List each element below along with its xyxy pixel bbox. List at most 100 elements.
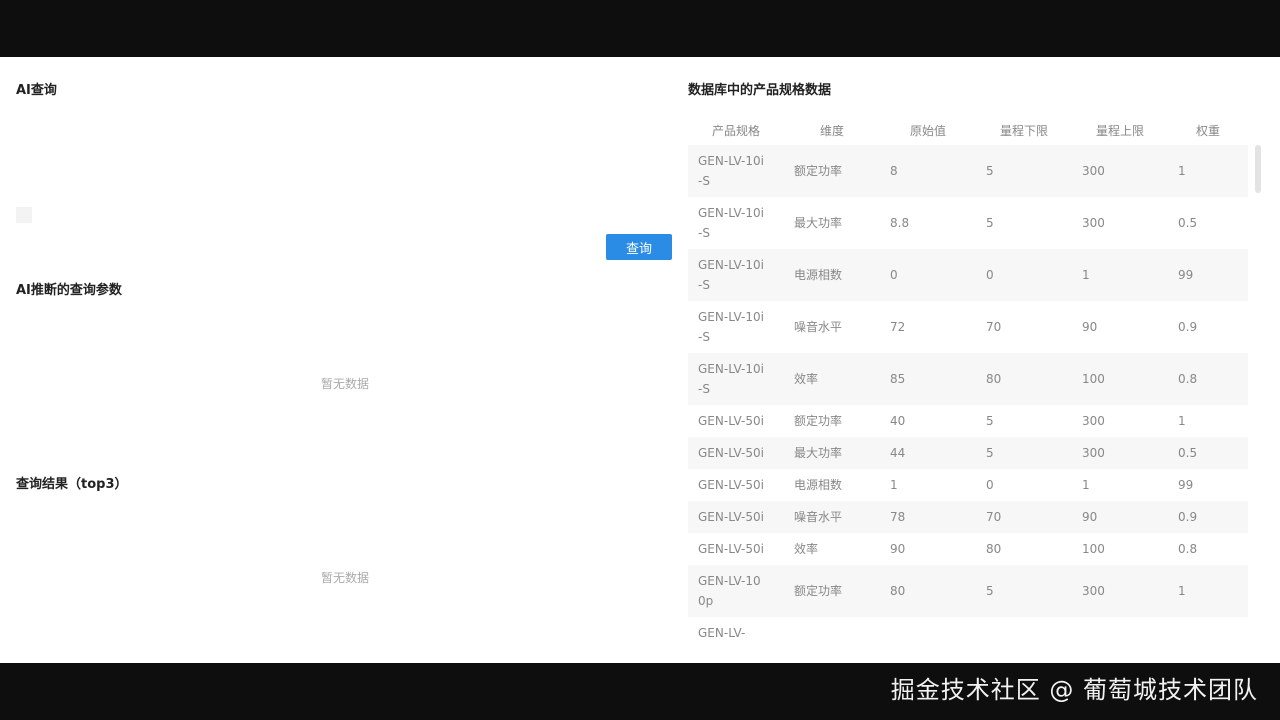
- table-cell: 90: [1072, 301, 1168, 353]
- table-cell: 40: [880, 405, 976, 437]
- table-cell: 85: [880, 353, 976, 405]
- table-cell: 5: [976, 145, 1072, 197]
- table-cell: 100: [1072, 353, 1168, 405]
- spec-table-container[interactable]: 产品规格 维度 原始值 量程下限 量程上限 权重 GEN-LV-10i-S 额定功…: [688, 115, 1265, 663]
- table-cell: [880, 617, 976, 649]
- table-cell: GEN-LV-100p: [688, 565, 784, 617]
- query-button[interactable]: 查询: [606, 234, 672, 260]
- table-row: GEN-LV-10i-S 电源相数 0 0 1 99: [688, 249, 1248, 301]
- table-cell: 最大功率: [784, 437, 880, 469]
- table-cell: 300: [1072, 145, 1168, 197]
- table-row: GEN-LV-50i 噪音水平 78 70 90 0.9: [688, 501, 1248, 533]
- table-cell: 额定功率: [784, 145, 880, 197]
- table-cell: 0: [976, 469, 1072, 501]
- table-row: GEN-LV-10i-S 效率 85 80 100 0.8: [688, 353, 1248, 405]
- table-cell: 电源相数: [784, 469, 880, 501]
- table-cell: GEN-LV-50i: [688, 501, 784, 533]
- table-cell: 5: [976, 437, 1072, 469]
- table-cell: 44: [880, 437, 976, 469]
- table-cell: 8.8: [880, 197, 976, 249]
- query-input[interactable]: [16, 207, 32, 223]
- table-cell: 1: [1168, 405, 1248, 437]
- inferred-params-title: AI推断的查询参数: [16, 283, 122, 298]
- app-page: AI查询 查询 AI推断的查询参数 暂无数据 查询结果（top3） 暂无数据 数…: [0, 57, 1280, 663]
- results-empty-text: 暂无数据: [320, 571, 369, 585]
- table-cell: 0.9: [1168, 301, 1248, 353]
- table-cell: 99: [1168, 469, 1248, 501]
- table-cell: 1: [1168, 565, 1248, 617]
- column-header: 原始值: [909, 123, 946, 138]
- table-cell: 1: [1072, 249, 1168, 301]
- table-cell: 300: [1072, 405, 1168, 437]
- table-cell: [1072, 617, 1168, 649]
- table-row: GEN-LV-50i 电源相数 1 0 1 99: [688, 469, 1248, 501]
- table-cell: GEN-LV-10i-S: [688, 249, 784, 301]
- table-cell: 0.8: [1168, 353, 1248, 405]
- table-scrollbar[interactable]: [1255, 145, 1261, 193]
- column-header: 产品规格: [711, 123, 760, 138]
- column-header: 权重: [1195, 123, 1220, 138]
- table-cell: [976, 617, 1072, 649]
- table-cell: GEN-LV-10i-S: [688, 301, 784, 353]
- table-cell: [1168, 617, 1248, 649]
- table-row: GEN-LV-50i 最大功率 44 5 300 0.5: [688, 437, 1248, 469]
- table-cell: GEN-LV-: [688, 617, 784, 649]
- table-cell: 噪音水平: [784, 501, 880, 533]
- table-row: GEN-LV-: [688, 617, 1248, 649]
- table-cell: GEN-LV-50i: [688, 469, 784, 501]
- results-title: 查询结果（top3）: [16, 477, 128, 492]
- table-row: GEN-LV-100p 额定功率 80 5 300 1: [688, 565, 1248, 617]
- table-row: GEN-LV-50i 额定功率 40 5 300 1: [688, 405, 1248, 437]
- table-cell: 5: [976, 565, 1072, 617]
- table-cell: GEN-LV-10i-S: [688, 145, 784, 197]
- table-cell: GEN-LV-10i-S: [688, 353, 784, 405]
- table-cell: 0: [976, 249, 1072, 301]
- table-cell: GEN-LV-50i: [688, 437, 784, 469]
- table-cell: 效率: [784, 533, 880, 565]
- table-cell: 5: [976, 405, 1072, 437]
- table-cell: 78: [880, 501, 976, 533]
- table-cell: 额定功率: [784, 405, 880, 437]
- spec-table: 产品规格 维度 原始值 量程下限 量程上限 权重 GEN-LV-10i-S 额定功…: [688, 115, 1248, 649]
- table-cell: 1: [1168, 145, 1248, 197]
- table-cell: 5: [976, 197, 1072, 249]
- table-cell: 80: [976, 533, 1072, 565]
- table-cell: 80: [880, 565, 976, 617]
- table-cell: GEN-LV-10i-S: [688, 197, 784, 249]
- table-cell: 电源相数: [784, 249, 880, 301]
- table-cell: 1: [1072, 469, 1168, 501]
- table-cell: 0.8: [1168, 533, 1248, 565]
- table-row: GEN-LV-50i 效率 90 80 100 0.8: [688, 533, 1248, 565]
- table-cell: 额定功率: [784, 565, 880, 617]
- table-cell: 噪音水平: [784, 301, 880, 353]
- table-cell: 0.5: [1168, 197, 1248, 249]
- table-cell: 0.5: [1168, 437, 1248, 469]
- table-cell: 300: [1072, 565, 1168, 617]
- spec-data-title: 数据库中的产品规格数据: [688, 83, 832, 98]
- table-cell: 72: [880, 301, 976, 353]
- table-cell: 300: [1072, 437, 1168, 469]
- table-cell: [784, 617, 880, 649]
- watermark-text: 掘金技术社区 @ 葡萄城技术团队: [890, 676, 1258, 704]
- table-cell: 效率: [784, 353, 880, 405]
- column-header: 量程上限: [1095, 123, 1144, 138]
- table-cell: 80: [976, 353, 1072, 405]
- table-cell: 300: [1072, 197, 1168, 249]
- params-empty-text: 暂无数据: [320, 377, 369, 391]
- table-header-row: 产品规格 维度 原始值 量程下限 量程上限 权重: [688, 115, 1248, 145]
- table-cell: 0: [880, 249, 976, 301]
- column-header: 维度: [819, 123, 844, 138]
- table-cell: GEN-LV-50i: [688, 405, 784, 437]
- table-cell: 90: [880, 533, 976, 565]
- table-cell: 100: [1072, 533, 1168, 565]
- table-cell: 8: [880, 145, 976, 197]
- ai-query-title: AI查询: [16, 83, 57, 98]
- table-cell: 90: [1072, 501, 1168, 533]
- top-black-bar: [0, 0, 1280, 56]
- table-cell: 70: [976, 301, 1072, 353]
- table-row: GEN-LV-10i-S 噪音水平 72 70 90 0.9: [688, 301, 1248, 353]
- table-row: GEN-LV-10i-S 最大功率 8.8 5 300 0.5: [688, 197, 1248, 249]
- table-cell: 99: [1168, 249, 1248, 301]
- table-cell: 0.9: [1168, 501, 1248, 533]
- table-cell: 最大功率: [784, 197, 880, 249]
